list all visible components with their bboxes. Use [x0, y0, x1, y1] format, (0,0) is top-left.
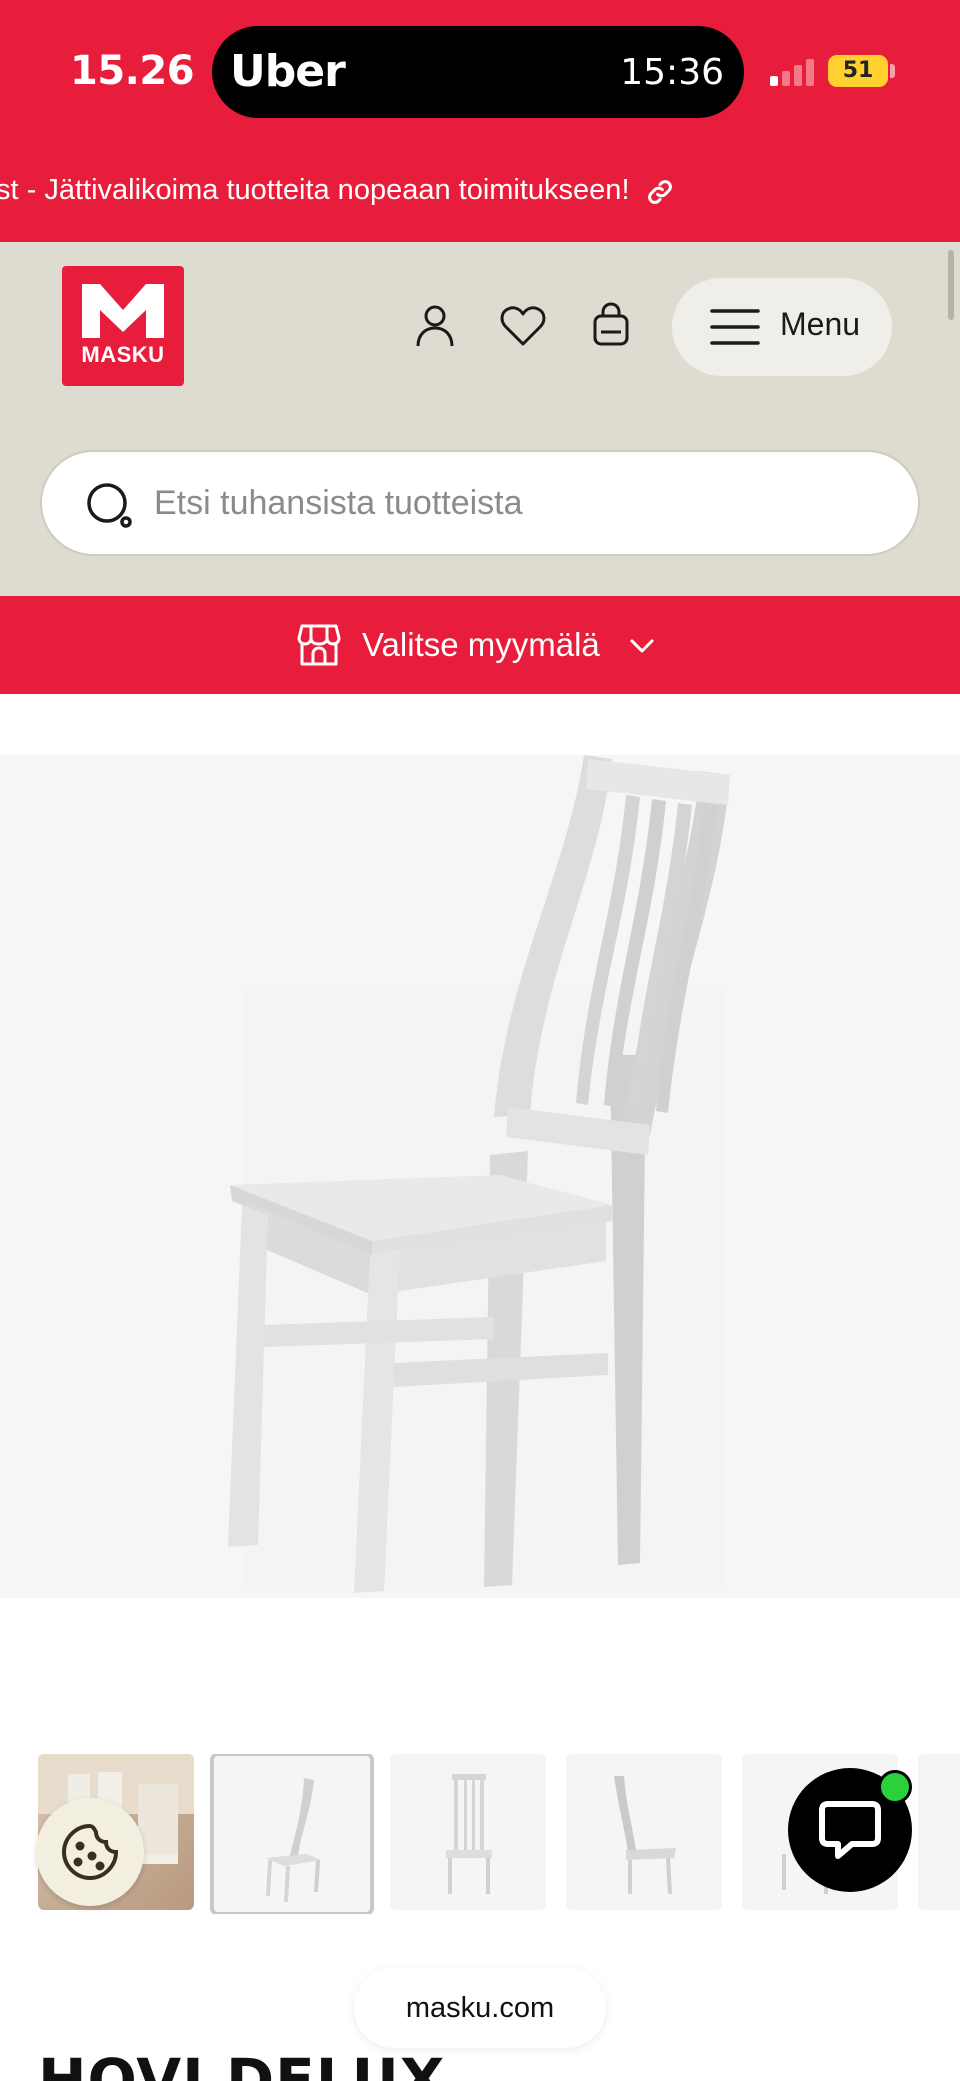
chat-online-indicator	[878, 1770, 912, 1804]
page-scrollbar[interactable]	[948, 250, 954, 320]
store-selector[interactable]: Valitse myymälä	[0, 596, 960, 694]
chair-image	[0, 755, 960, 1598]
search-input[interactable]	[154, 472, 874, 534]
live-activity-time: 15:36	[620, 52, 724, 93]
search-bar[interactable]	[40, 450, 920, 556]
cookie-settings-button[interactable]	[36, 1798, 144, 1906]
store-icon	[297, 624, 341, 666]
menu-button[interactable]: Menu	[672, 278, 892, 376]
search-icon	[87, 483, 132, 528]
chair-angle-thumbnail	[214, 1756, 370, 1912]
hamburger-icon	[710, 309, 760, 345]
live-activity-app: Uber	[230, 46, 346, 97]
promo-banner[interactable]: st - Jättivalikoima tuotteita nopeaan to…	[0, 142, 960, 242]
thumbnail-2[interactable]	[210, 1754, 374, 1914]
product-title: HOVI DELUX	[38, 2046, 446, 2081]
chevron-down-icon	[630, 639, 654, 653]
heart-icon[interactable]	[498, 300, 548, 350]
menu-label: Menu	[780, 306, 861, 342]
status-bar: 15.26 Uber 15:36 51	[0, 0, 960, 142]
store-selector-label: Valitse myymälä	[362, 626, 600, 663]
cookie-icon	[61, 1823, 119, 1881]
user-icon[interactable]	[410, 300, 460, 350]
site-header: MASKU Menu	[0, 242, 960, 596]
link-icon[interactable]	[646, 178, 674, 206]
dynamic-island[interactable]: Uber 15:36	[212, 26, 744, 118]
chat-bubble-icon	[819, 1801, 881, 1859]
logo-m-mark	[82, 284, 164, 338]
masku-logo[interactable]: MASKU	[62, 266, 184, 386]
browser-url-bar[interactable]: masku.com	[354, 1968, 606, 2048]
thumbnail-4[interactable]	[566, 1754, 722, 1910]
chair-side-thumbnail	[566, 1754, 722, 1910]
battery-tip	[890, 64, 895, 78]
logo-text: MASKU	[81, 342, 165, 367]
clock: 15.26	[70, 48, 195, 94]
signal-icon	[770, 58, 820, 86]
chair-front-thumbnail	[390, 1754, 546, 1910]
battery-icon: 51	[828, 55, 888, 87]
product-main-image[interactable]	[0, 755, 960, 1598]
thumbnail-3[interactable]	[390, 1754, 546, 1910]
thumbnail-6[interactable]	[918, 1754, 960, 1910]
bag-icon[interactable]	[586, 300, 636, 350]
promo-text: st - Jättivalikoima tuotteita nopeaan to…	[0, 174, 630, 206]
